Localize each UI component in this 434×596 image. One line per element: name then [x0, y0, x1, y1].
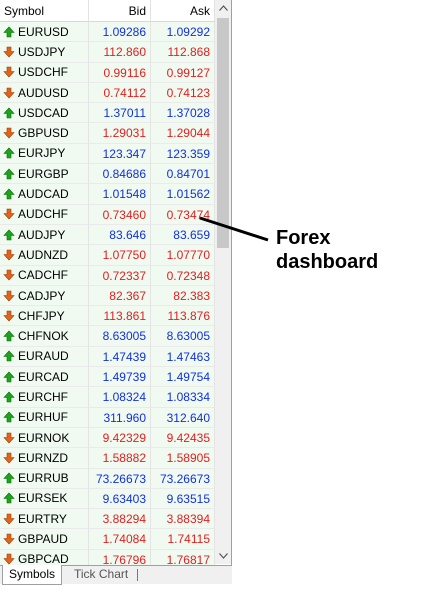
callout-pointer-line: [199, 216, 269, 242]
callout-label: Forex dashboard: [276, 226, 378, 274]
callout-line-1: Forex: [276, 227, 331, 249]
callout-line-2: dashboard: [276, 251, 379, 273]
